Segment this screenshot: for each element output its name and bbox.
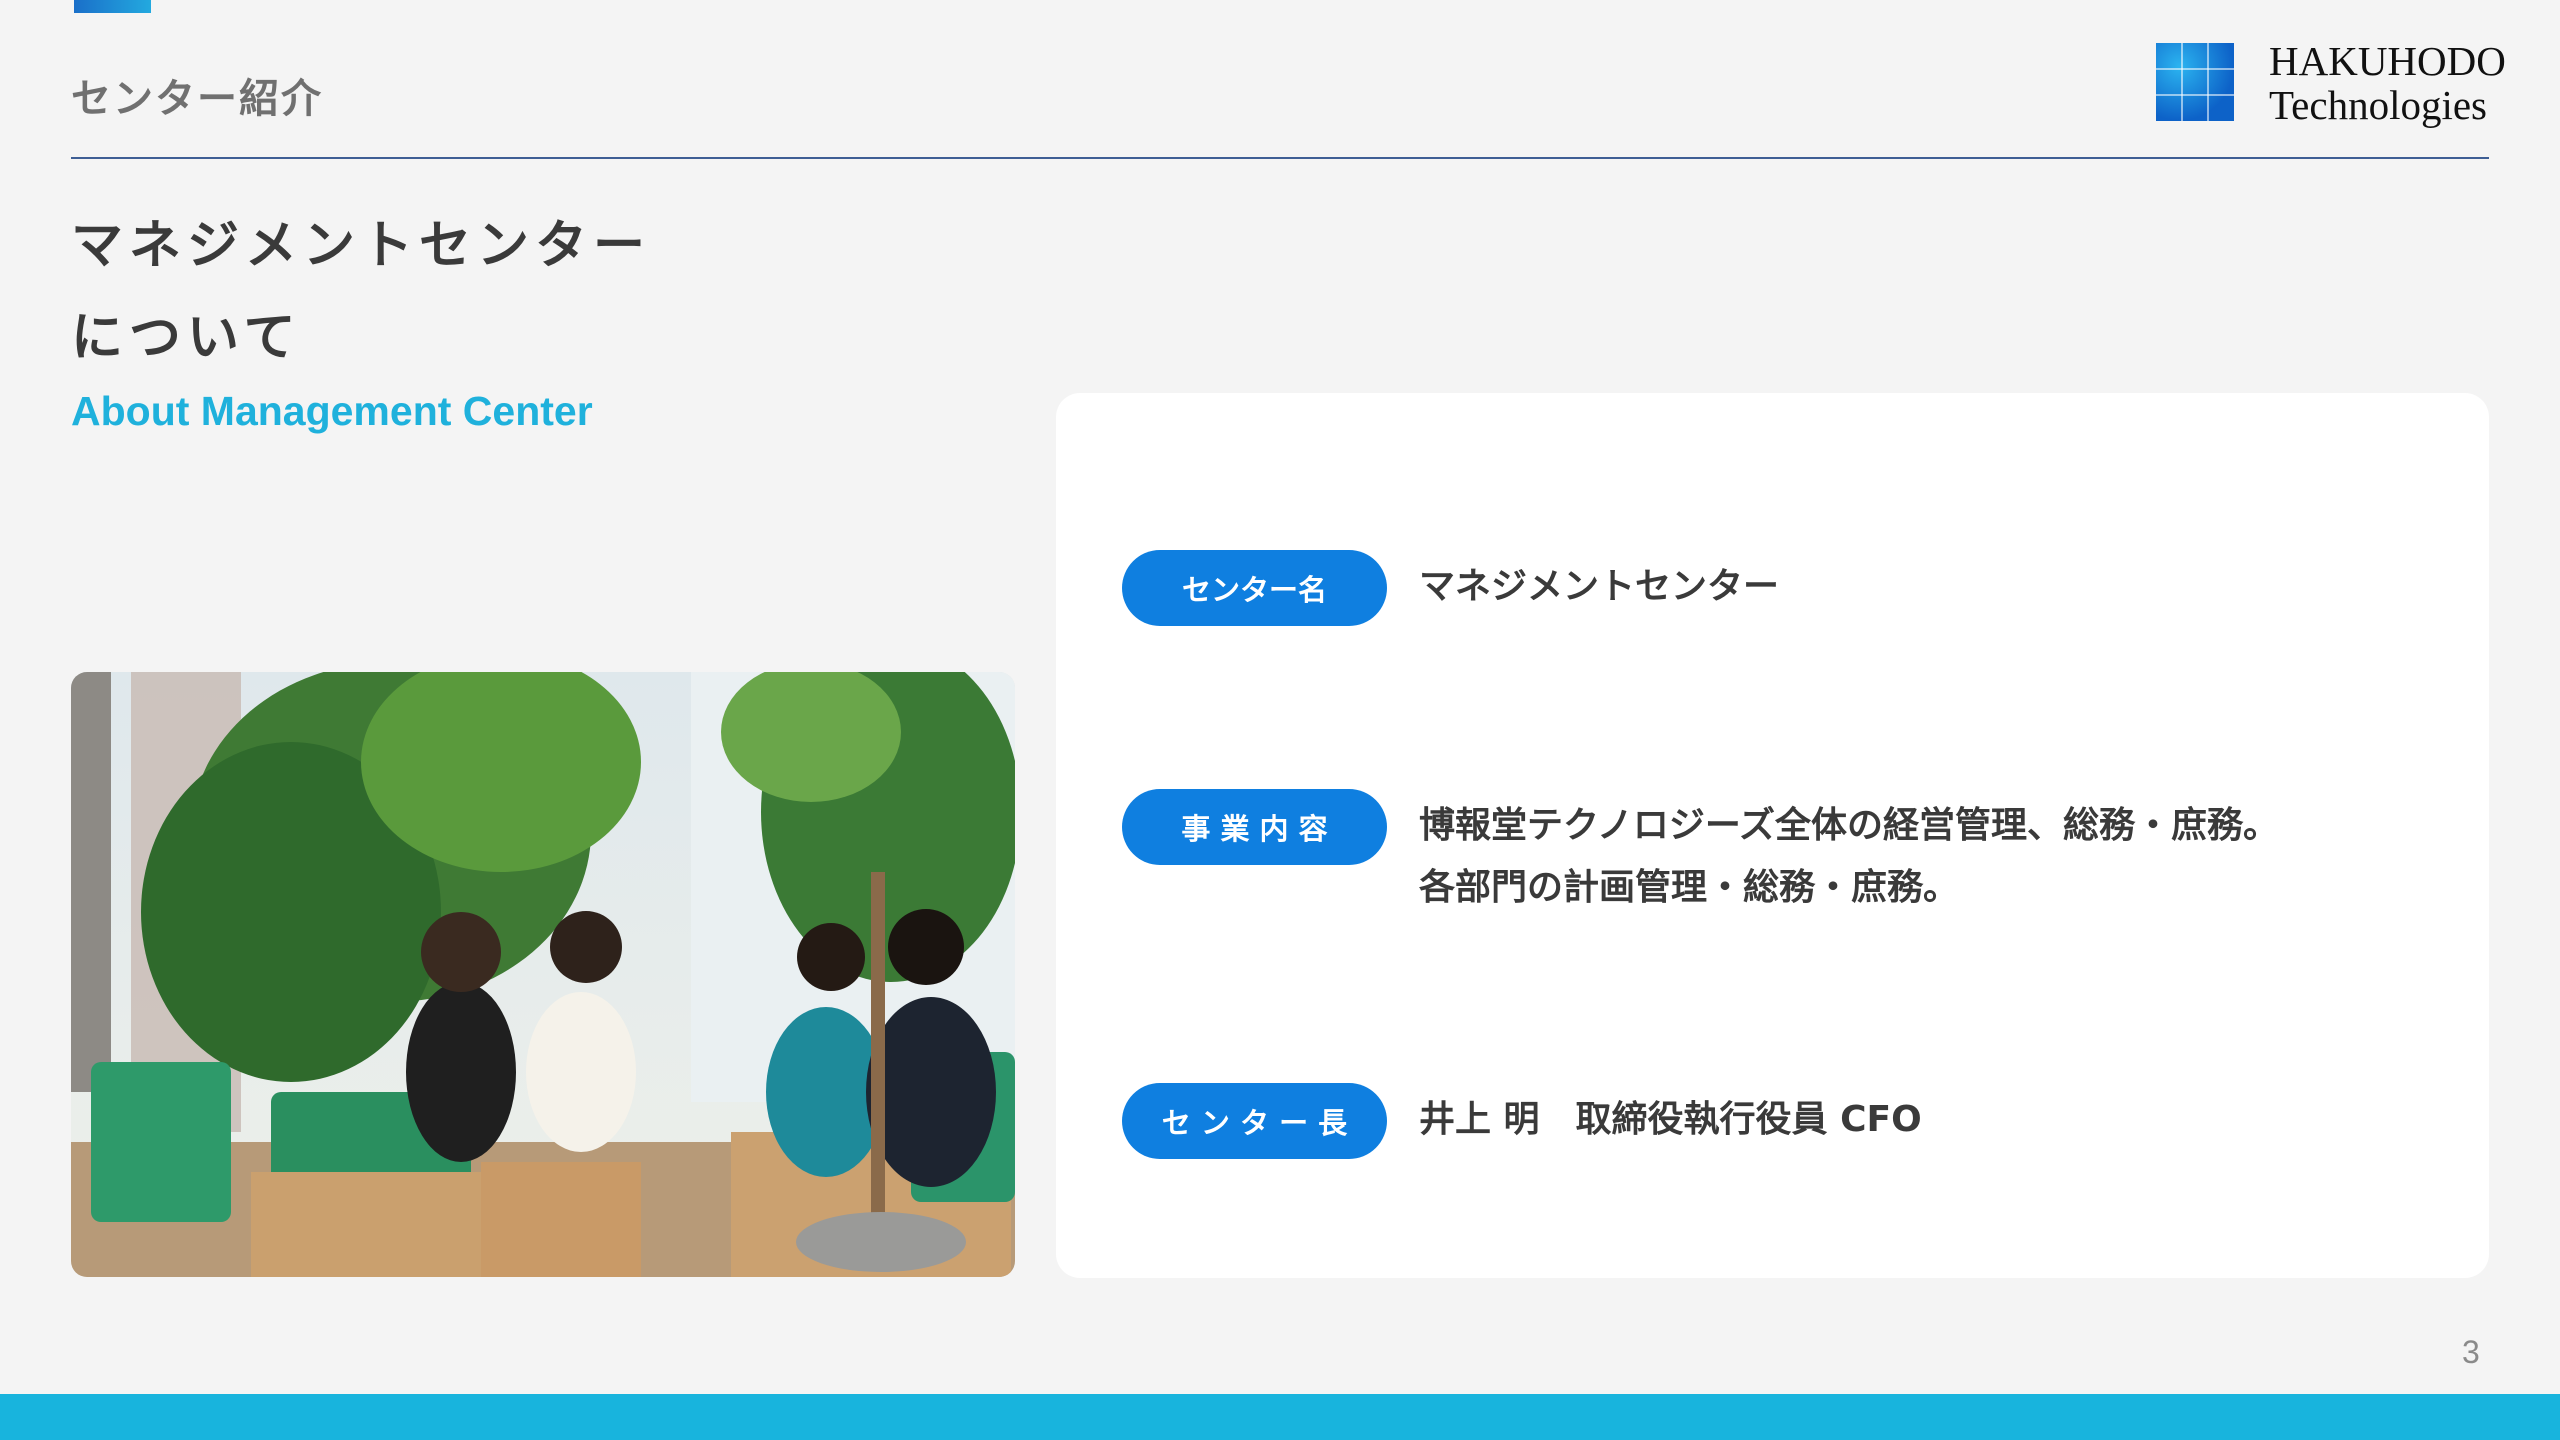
value-line: 博報堂テクノロジーズ全体の経営管理、総務・庶務。 <box>1419 805 2280 846</box>
title-line-2: について <box>71 308 302 368</box>
info-row-business: 事 業 内 容 博報堂テクノロジーズ全体の経営管理、総務・庶務。 各部門の計画管… <box>1122 789 2279 919</box>
logo-text: HAKUHODO Technologies <box>2269 39 2506 127</box>
company-logo: HAKUHODO Technologies <box>2156 39 2506 127</box>
logo-mark-icon <box>2156 43 2234 121</box>
value-line: マネジメントセンター <box>1419 566 1780 607</box>
value-line: 井上 明 取締役執行役員 CFO <box>1419 1099 1922 1140</box>
info-value: マネジメントセンター <box>1419 556 1779 618</box>
label-pill: センター名 <box>1122 550 1387 626</box>
logo-line-1: HAKUHODO <box>2269 38 2506 84</box>
page-subtitle: About Management Center <box>71 388 593 434</box>
label-pill: 事 業 内 容 <box>1122 789 1387 865</box>
info-card: センター名 マネジメントセンター 事 業 内 容 博報堂テクノロジーズ全体の経営… <box>1056 393 2489 1278</box>
top-accent-bar <box>74 0 151 13</box>
info-value: 井上 明 取締役執行役員 CFO <box>1419 1089 1922 1151</box>
label-pill: セ ン タ ー 長 <box>1122 1083 1387 1159</box>
team-meeting-photo <box>71 672 1015 1277</box>
logo-line-2: Technologies <box>2269 82 2488 128</box>
page-number: 3 <box>2462 1334 2480 1370</box>
section-label: センター紹介 <box>71 76 323 122</box>
page-title: マネジメントセンター について <box>71 200 651 384</box>
title-line-1: マネジメントセンター <box>71 216 652 276</box>
value-line: 各部門の計画管理・総務・庶務。 <box>1419 867 1960 908</box>
info-value: 博報堂テクノロジーズ全体の経営管理、総務・庶務。 各部門の計画管理・総務・庶務。 <box>1419 795 2279 919</box>
info-row-center-name: センター名 マネジメントセンター <box>1122 550 1779 626</box>
bottom-accent-bar <box>0 1394 2560 1440</box>
info-row-head: セ ン タ ー 長 井上 明 取締役執行役員 CFO <box>1122 1083 1922 1159</box>
header-divider <box>71 157 2489 159</box>
